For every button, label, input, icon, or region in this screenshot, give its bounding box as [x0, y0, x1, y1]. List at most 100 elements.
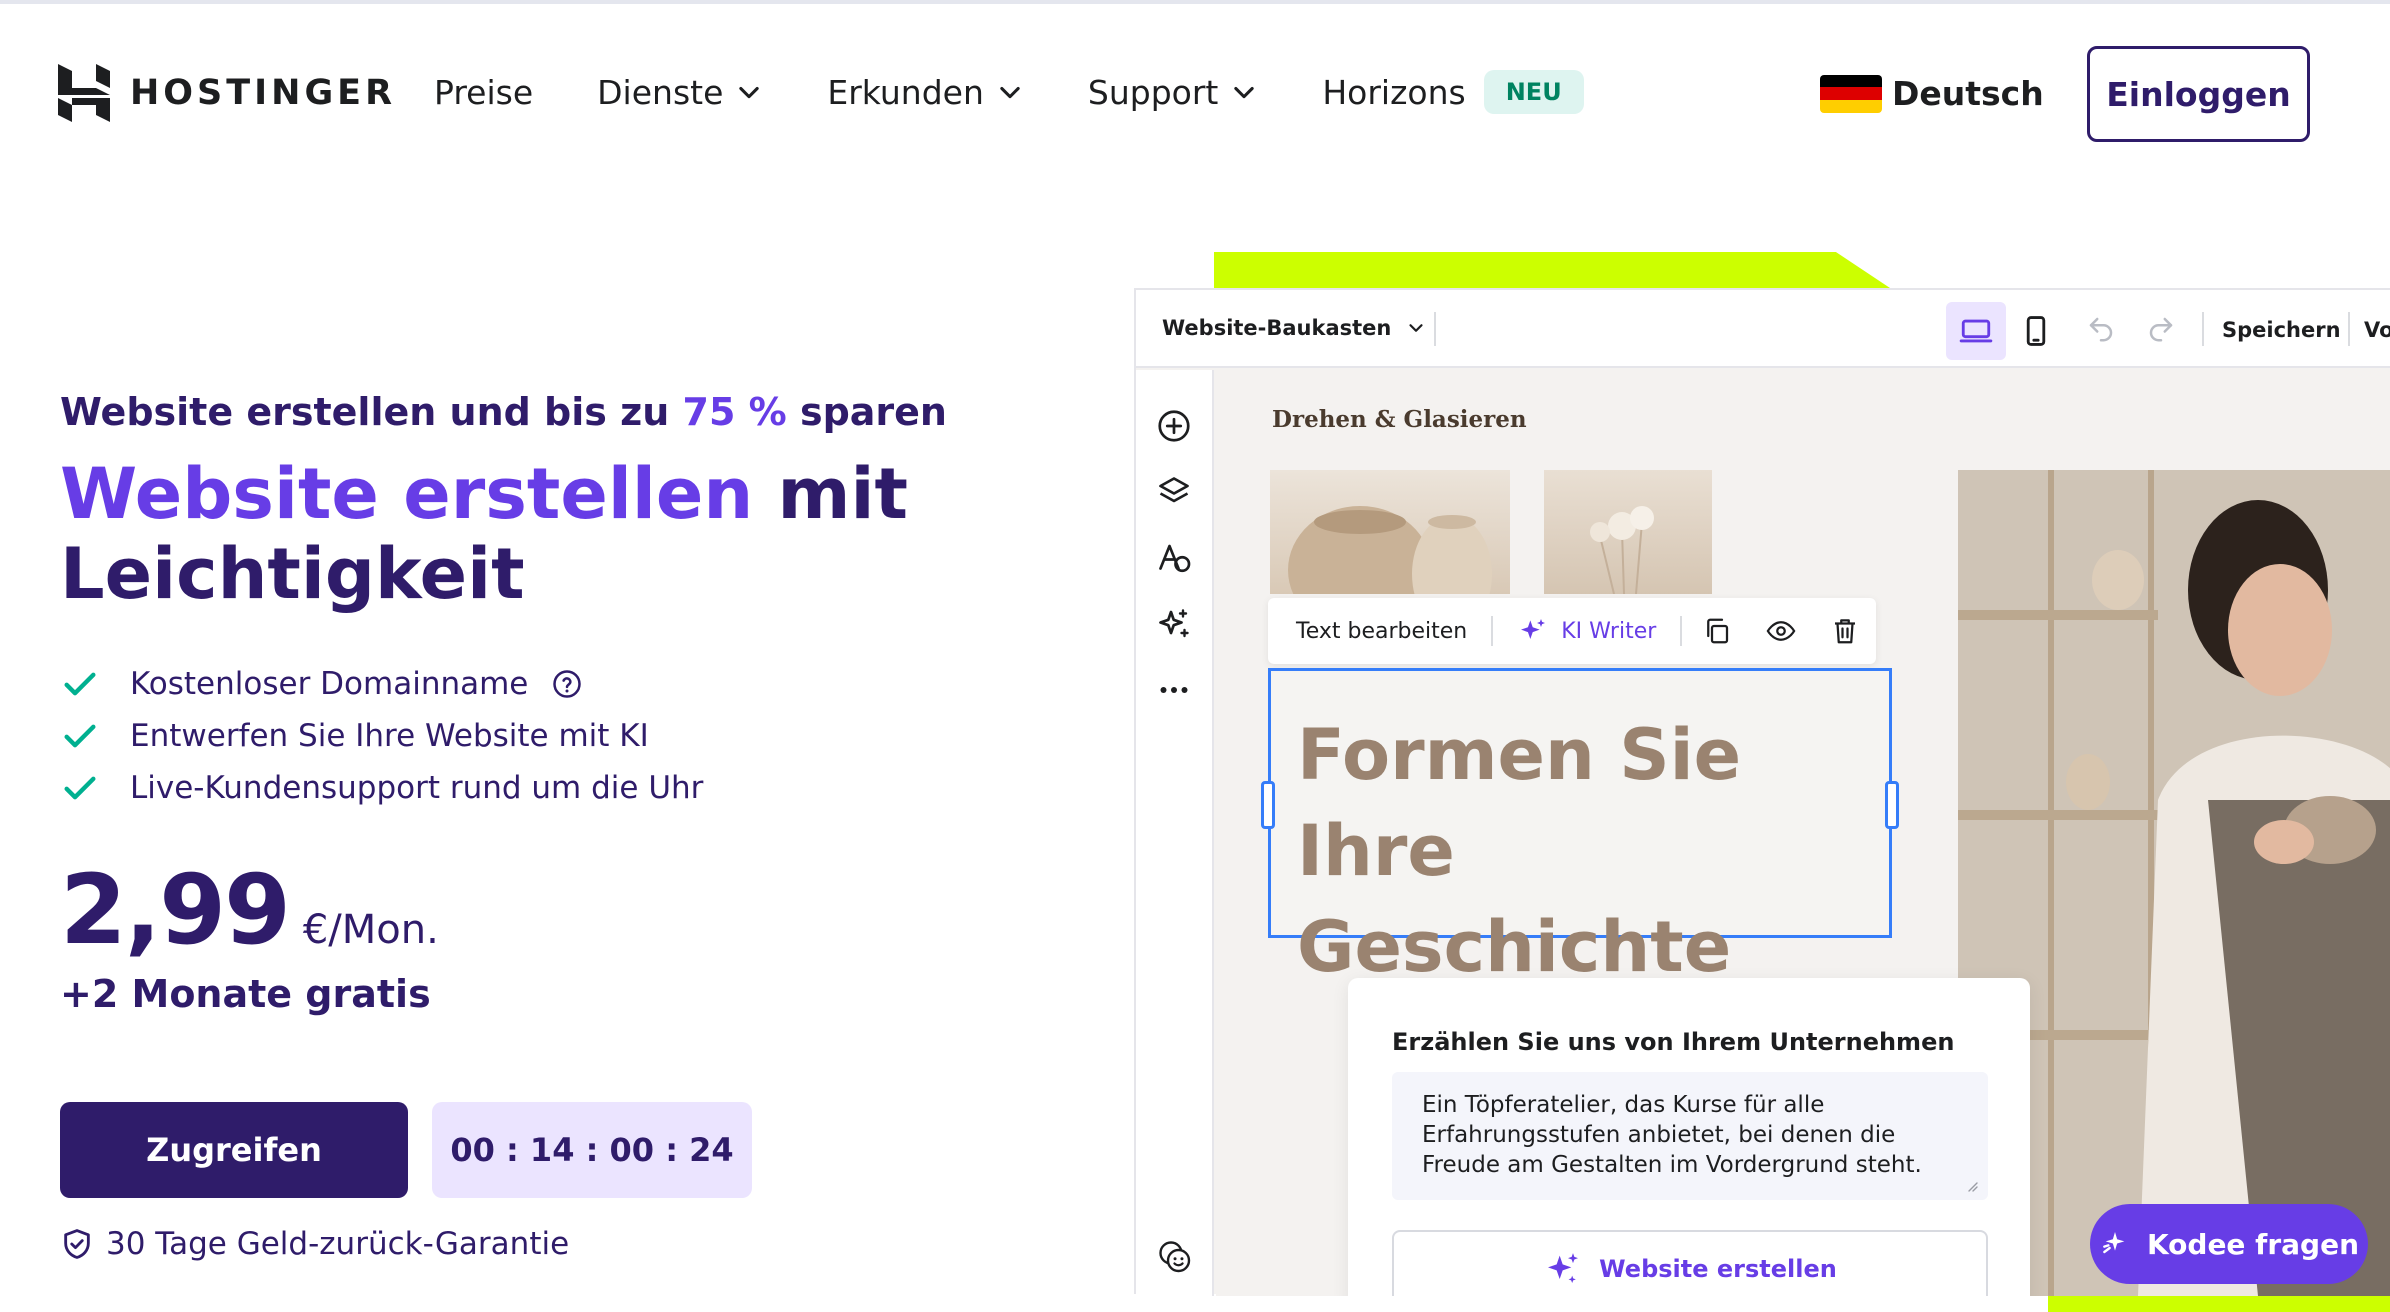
- shield-check-icon: [64, 1229, 90, 1259]
- chevron-down-icon: [1000, 86, 1020, 99]
- feature-item: Entwerfen Sie Ihre Website mit KI: [60, 710, 1060, 762]
- cta-button[interactable]: Zugreifen: [60, 1102, 408, 1198]
- hostinger-logo-icon: [58, 64, 110, 122]
- layers-icon[interactable]: [1156, 474, 1192, 510]
- nav-label: Horizons: [1322, 72, 1466, 112]
- discount-highlight: 75 %: [682, 390, 787, 434]
- trash-icon[interactable]: [1830, 616, 1860, 646]
- desktop-icon: [1959, 319, 1993, 343]
- nav-label: Preise: [434, 72, 534, 112]
- save-button[interactable]: Speichern: [2222, 318, 2341, 342]
- business-description-card: Erzählen Sie uns von Ihrem Unternehmen E…: [1348, 978, 2030, 1296]
- business-description-input[interactable]: Ein Töpferatelier, das Kurse für alle Er…: [1392, 1072, 1988, 1200]
- main-nav: Preise Dienste Erkunden Support Horizons…: [434, 70, 1648, 114]
- nav-item-dienste[interactable]: Dienste: [597, 73, 763, 112]
- hero-subtitle: Website erstellen und bis zu 75 % sparen: [60, 390, 1060, 434]
- bonus-text: +2 Monate gratis: [60, 972, 431, 1016]
- toolbar-divider: [2202, 312, 2204, 346]
- redo-icon[interactable]: [2146, 314, 2176, 344]
- site-header: HOSTINGER Preise Dienste Erkunden Suppor…: [0, 4, 2390, 184]
- language-selector[interactable]: Deutsch: [1820, 74, 2044, 113]
- hero-headline: Website erstellen mit Leichtigkeit: [60, 454, 1060, 614]
- mobile-view-button[interactable]: [2006, 302, 2066, 360]
- help-circle-icon[interactable]: [552, 669, 582, 699]
- nav-label: Erkunden: [827, 72, 984, 112]
- builder-toolbar: Website-Baukasten Speichern Vo: [1136, 290, 2390, 368]
- hero-content: Website erstellen und bis zu 75 % sparen…: [60, 390, 1060, 1016]
- resize-handle-left[interactable]: [1261, 781, 1275, 829]
- guarantee-text: 30 Tage Geld-zurück-Garantie: [106, 1226, 570, 1262]
- builder-sidebar: [1136, 370, 1214, 1296]
- price-block: 2,99 €/Mon.: [60, 854, 1060, 966]
- site-brand: Drehen & Glasieren: [1272, 406, 1527, 433]
- selected-heading-block[interactable]: Formen Sie Ihre Geschichte: [1261, 668, 1899, 988]
- builder-canvas: Drehen & Glasieren Text bearbeiten KI Wr…: [1216, 370, 2390, 1296]
- cta-row: Zugreifen 00 : 14 : 00 : 24: [60, 1102, 752, 1198]
- toolbar-divider: [1491, 616, 1494, 646]
- check-icon: [64, 724, 96, 748]
- builder-title: Website-Baukasten: [1162, 316, 1392, 340]
- nav-label: Support: [1087, 72, 1219, 112]
- nav-item-support[interactable]: Support: [1088, 73, 1258, 112]
- create-website-button[interactable]: Website erstellen: [1392, 1230, 1988, 1296]
- flower-illustration: [1590, 506, 1654, 594]
- language-label: Deutsch: [1892, 74, 2044, 113]
- nav-label: Dienste: [597, 72, 724, 112]
- germany-flag-icon: [1820, 74, 1882, 113]
- feature-text: Kostenloser Domainname: [130, 666, 529, 702]
- duplicate-icon[interactable]: [1702, 616, 1732, 646]
- price-value: 2,99: [60, 854, 291, 966]
- eye-icon[interactable]: [1766, 616, 1796, 646]
- toolbar-divider: [1434, 312, 1436, 346]
- chevron-down-icon: [739, 86, 760, 99]
- more-icon[interactable]: [1156, 672, 1192, 708]
- toolbar-divider: [1680, 616, 1683, 646]
- dried-flower-image[interactable]: [1544, 470, 1712, 594]
- countdown-timer: 00 : 14 : 00 : 24: [432, 1102, 752, 1198]
- kodee-label: Kodee fragen: [2146, 1227, 2360, 1261]
- builder-title-dropdown[interactable]: Website-Baukasten: [1162, 316, 1427, 340]
- nav-item-erkunden[interactable]: Erkunden: [827, 73, 1024, 112]
- subtitle-text: Website erstellen und bis zu: [60, 390, 683, 434]
- edit-text-button[interactable]: Text bearbeiten: [1296, 619, 1467, 644]
- feature-text: Live-Kundensupport rund um die Uhr: [130, 770, 704, 806]
- add-circle-icon[interactable]: [1156, 408, 1192, 444]
- undo-icon[interactable]: [2086, 314, 2116, 344]
- text-context-toolbar: Text bearbeiten KI Writer: [1268, 598, 1876, 664]
- toolbar-divider: [2348, 312, 2350, 346]
- headline-accent: Website erstellen: [60, 453, 754, 535]
- feature-list: Kostenloser Domainname Entwerfen Sie Ihr…: [60, 658, 1060, 814]
- new-badge: NEU: [1483, 70, 1584, 114]
- vase-illustration: [1288, 506, 1492, 594]
- check-icon: [64, 776, 96, 800]
- login-button[interactable]: Einloggen: [2087, 46, 2310, 142]
- kodee-icon: [2103, 1232, 2125, 1254]
- nav-item-horizons[interactable]: Horizons NEU: [1322, 70, 1584, 114]
- hostinger-logo[interactable]: HOSTINGER: [58, 64, 396, 122]
- kodee-chat-button[interactable]: Kodee fragen: [2090, 1204, 2368, 1284]
- ai-writer-label: KI Writer: [1561, 618, 1657, 644]
- headline-text: Leichtigkeit: [60, 533, 525, 615]
- description-text: Ein Töpferatelier, das Kurse für alle Er…: [1422, 1092, 1922, 1178]
- chevron-down-icon: [1234, 86, 1255, 99]
- price-unit: €/Mon.: [302, 907, 439, 953]
- ai-writer-button[interactable]: KI Writer: [1517, 615, 1656, 647]
- resize-handle-right[interactable]: [1885, 781, 1899, 829]
- vase-image[interactable]: [1270, 470, 1510, 594]
- desktop-view-button[interactable]: [1946, 302, 2006, 360]
- nav-item-preise[interactable]: Preise: [434, 73, 533, 112]
- headline-text: mit: [753, 453, 908, 535]
- heading-line: Formen Sie Ihre: [1297, 714, 1742, 892]
- resize-grip-icon[interactable]: [1966, 1180, 1978, 1192]
- emoji-icon[interactable]: [1156, 1238, 1192, 1274]
- ai-sparkle-icon[interactable]: [1156, 606, 1192, 642]
- subtitle-text: sparen: [786, 390, 947, 434]
- card-title: Erzählen Sie uns von Ihrem Unternehmen: [1392, 1028, 1955, 1056]
- mobile-icon: [2026, 316, 2046, 346]
- text-style-icon[interactable]: [1156, 540, 1192, 576]
- ai-sparkle-icon: [1521, 619, 1546, 639]
- preview-button[interactable]: Vo: [2364, 318, 2390, 342]
- chevron-down-icon: [1409, 324, 1423, 332]
- feature-item: Kostenloser Domainname: [60, 658, 1060, 710]
- check-icon: [64, 672, 96, 696]
